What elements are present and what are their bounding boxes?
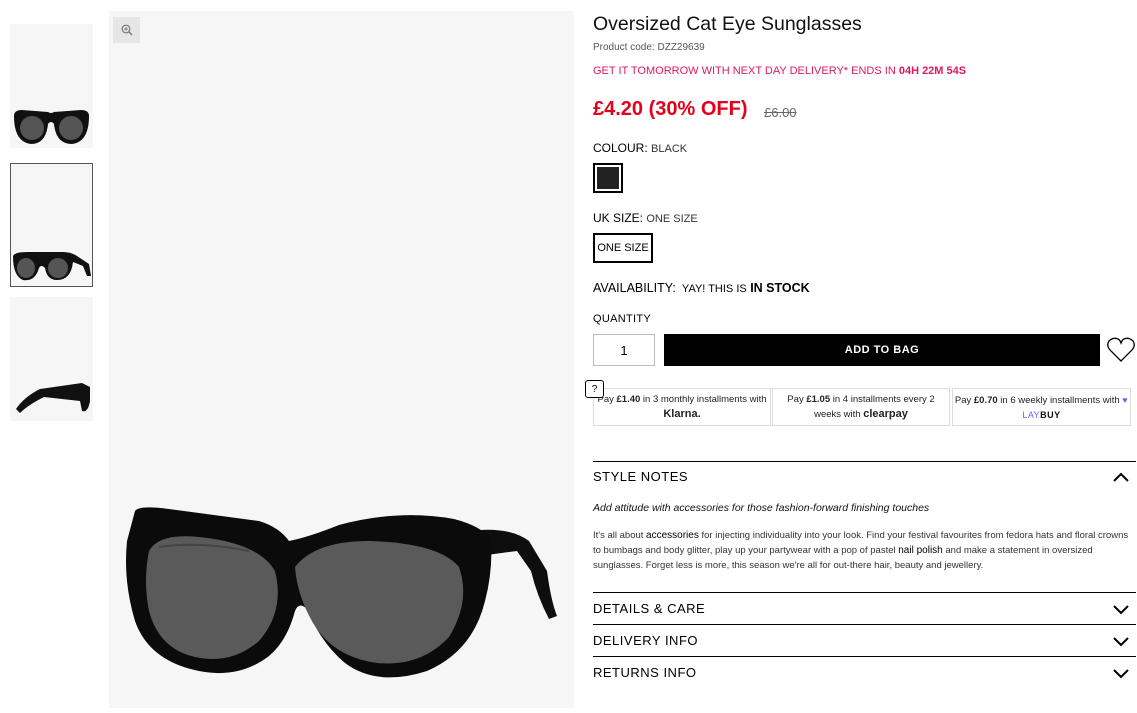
style-notes-section: STYLE NOTES [593,461,1136,484]
chevron-down-icon [1113,604,1129,614]
chevron-down-icon [1113,636,1129,646]
stock-status: IN STOCK [750,281,810,295]
pay-text: Pay [787,394,807,405]
availability: AVAILABILITY: YAY! THIS IS IN STOCK [593,281,810,295]
availability-label: AVAILABILITY: [593,281,676,295]
quantity-label: QUANTITY [593,313,652,325]
size-value: ONE SIZE [646,213,698,225]
delivery-text: GET IT TOMORROW WITH NEXT DAY DELIVERY* … [593,65,899,77]
style-notes-heading: STYLE NOTES [593,469,689,484]
colour-label-text: COLOUR: [593,141,648,155]
klarna-logo: Klarna. [663,408,701,420]
delivery-banner: GET IT TOMORROW WITH NEXT DAY DELIVERY* … [593,65,966,77]
size-label-text: UK SIZE: [593,211,644,225]
laybuy-logo-part: LAY [1022,410,1041,420]
quantity-input[interactable] [593,334,655,366]
klarna-payment-option[interactable]: Pay £1.40 in 3 monthly installments with… [593,388,771,426]
heart-icon[interactable] [1106,336,1136,364]
laybuy-logo-part: BUY [1040,410,1061,420]
style-notes-subheading: Add attitude with accessories for those … [593,502,930,514]
sunglasses-angled-image [13,252,91,281]
nail-polish-link[interactable]: nail polish [898,545,942,556]
colour-swatch-black[interactable] [593,163,623,193]
details-care-heading: DETAILS & CARE [593,601,706,616]
details-care-section[interactable]: DETAILS & CARE [593,592,1136,624]
pay-amount: £1.05 [806,394,831,405]
pay-text: Pay [954,395,974,406]
delivery-info-heading: DELIVERY INFO [593,633,698,648]
colour-label: COLOUR: BLACK [593,141,687,155]
sunglasses-side-image [16,383,90,413]
sunglasses-front-image [14,110,89,144]
size-option-button[interactable]: ONE SIZE [593,233,653,263]
clearpay-logo: clearpay [863,408,908,420]
product-code: Product code: DZZ29639 [593,42,705,53]
chevron-down-icon [1113,668,1129,678]
availability-message: YAY! THIS IS [681,283,747,295]
thumbnail-angled[interactable] [10,163,93,287]
laybuy-payment-option[interactable]: Pay £0.70 in 6 weekly installments with … [952,388,1131,426]
style-notes-text: It's all about [593,530,647,541]
pay-amount: £0.70 [973,395,998,406]
payment-help-button[interactable]: ? [585,380,604,398]
delivery-countdown: 04H 22M 54S [898,65,967,77]
size-label: UK SIZE: ONE SIZE [593,211,698,225]
delivery-info-section[interactable]: DELIVERY INFO [593,624,1136,656]
original-price: £6.00 [764,105,797,120]
returns-info-header[interactable]: RETURNS INFO [593,657,1136,680]
returns-info-heading: RETURNS INFO [593,665,697,680]
details-care-header[interactable]: DETAILS & CARE [593,593,1136,616]
clearpay-payment-option[interactable]: Pay £1.05 in 4 installments every 2 week… [772,388,950,426]
colour-value: BLACK [651,143,688,155]
chevron-up-icon [1113,472,1129,482]
delivery-info-header[interactable]: DELIVERY INFO [593,625,1136,648]
style-notes-body: It's all about accessories for injecting… [593,528,1133,573]
returns-info-section[interactable]: RETURNS INFO [593,656,1136,688]
thumbnail-side[interactable] [10,297,93,421]
accessories-link[interactable]: accessories [646,530,699,541]
main-product-image [109,11,574,708]
add-to-bag-button[interactable]: ADD TO BAG [664,334,1100,366]
sunglasses-main-image [126,507,557,678]
pay-amount: £1.40 [616,394,641,405]
style-notes-header[interactable]: STYLE NOTES [593,462,1136,484]
product-title: Oversized Cat Eye Sunglasses [593,13,862,35]
thumbnail-front[interactable] [10,24,93,148]
swatch-fill [597,167,619,189]
pay-text: in 6 weekly installments with [997,395,1123,406]
pay-text: in 3 monthly installments with [640,394,767,405]
sale-price: £4.20 (30% OFF) [593,98,748,120]
